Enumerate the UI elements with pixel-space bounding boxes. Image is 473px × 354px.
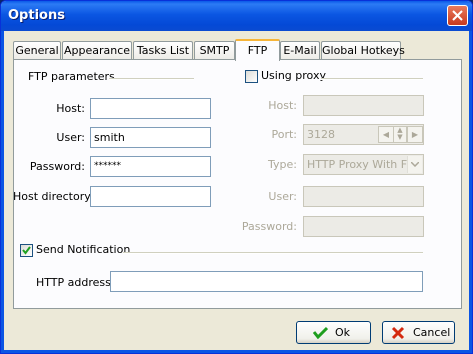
close-button[interactable] xyxy=(447,5,468,26)
ok-button[interactable]: Ok xyxy=(296,321,371,344)
proxy-host-input[interactable] xyxy=(303,95,424,116)
port-increment-button[interactable]: ▶ xyxy=(407,126,423,143)
chevron-right-icon: ▶ xyxy=(411,130,419,139)
tab-tasks-list[interactable]: Tasks List xyxy=(133,41,193,60)
cancel-button[interactable]: Cancel xyxy=(382,321,455,344)
tab-smtp[interactable]: SMTP xyxy=(194,41,235,60)
proxy-port-value: 3128 xyxy=(307,128,335,141)
checkmark-icon xyxy=(313,326,328,339)
port-spinner-button[interactable]: ▲ ▼ xyxy=(393,126,407,143)
chevron-down-icon xyxy=(411,162,419,167)
proxy-type-label: Type: xyxy=(268,158,297,171)
proxy-type-value: HTTP Proxy With FT xyxy=(307,158,414,171)
tab-general[interactable]: General xyxy=(13,41,61,60)
ftp-host-directory-input[interactable] xyxy=(90,186,211,207)
ftp-host-label: Host: xyxy=(56,102,85,115)
proxy-port-label: Port: xyxy=(271,128,297,141)
proxy-password-label: Password: xyxy=(241,220,297,233)
tab-global-hotkeys[interactable]: Global Hotkeys xyxy=(321,41,405,60)
ftp-parameters-heading: FTP parameters xyxy=(28,70,115,83)
tab-appearance[interactable]: Appearance xyxy=(62,41,132,60)
chevron-left-icon: ◀ xyxy=(382,130,390,139)
ftp-host-directory-label: Host directory: xyxy=(13,190,94,203)
ftp-password-label: Password: xyxy=(29,160,85,173)
using-proxy-label: Using proxy xyxy=(261,69,326,82)
ftp-password-input[interactable]: ****** xyxy=(90,156,211,177)
proxy-user-input[interactable] xyxy=(303,186,424,207)
http-address-input[interactable] xyxy=(110,271,423,292)
spin-updown-icon: ▲ ▼ xyxy=(397,126,403,141)
checkmark-icon xyxy=(22,246,31,255)
ftp-group-divider xyxy=(109,78,194,80)
port-decrement-button[interactable]: ◀ xyxy=(378,126,394,143)
http-address-label: HTTP address: xyxy=(36,276,115,289)
tab-ftp[interactable]: FTP xyxy=(235,39,280,61)
proxy-password-input[interactable] xyxy=(303,216,424,237)
ftp-user-input[interactable]: smith xyxy=(90,127,211,148)
close-icon xyxy=(452,10,463,21)
window-title: Options xyxy=(8,8,65,23)
ftp-user-label: User: xyxy=(56,131,85,144)
tab-email[interactable]: E-Mail xyxy=(280,41,320,60)
proxy-user-label: User: xyxy=(268,190,297,203)
notification-group-divider xyxy=(123,252,423,254)
ftp-host-input[interactable] xyxy=(90,98,211,119)
dropdown-arrow[interactable] xyxy=(407,156,422,173)
cancel-x-icon xyxy=(391,326,405,340)
proxy-group-divider xyxy=(321,78,423,80)
options-dialog: Options General Appearance Tasks List SM… xyxy=(0,0,473,354)
send-notification-label: Send Notification xyxy=(36,243,131,256)
proxy-type-select[interactable]: HTTP Proxy With FT xyxy=(303,154,424,175)
proxy-host-label: Host: xyxy=(268,99,297,112)
title-bar[interactable]: Options xyxy=(1,1,472,31)
send-notification-checkbox[interactable] xyxy=(20,244,33,257)
using-proxy-checkbox[interactable] xyxy=(245,70,258,83)
